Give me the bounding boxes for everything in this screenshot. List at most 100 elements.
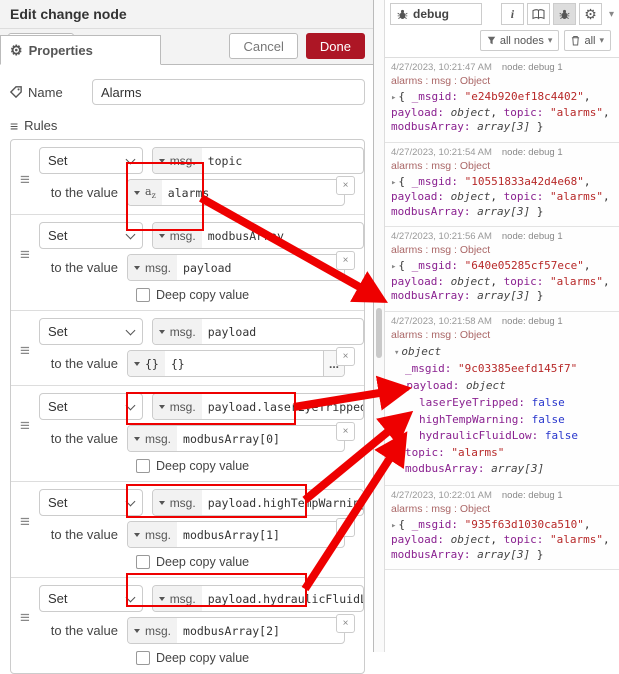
message-node: node: debug 1: [502, 490, 563, 501]
help-tab-button[interactable]: [527, 3, 550, 25]
rule6-value-input[interactable]: msg. modbusArray[2]: [127, 617, 345, 644]
message-summary[interactable]: ▸{ _msgid: "935f63d1030ca510", payload: …: [391, 518, 614, 563]
filter-nodes-button[interactable]: all nodes ▾: [480, 30, 560, 51]
rule-row-2: ≡ Set msg. modbusArray to the value msg.…: [11, 214, 364, 310]
message-node: node: debug 1: [502, 147, 563, 158]
message-summary[interactable]: ▸{ _msgid: "640e05285cf57ece", payload: …: [391, 259, 614, 304]
info-tab-button[interactable]: i: [501, 3, 524, 25]
type-select-button[interactable]: msg.: [153, 394, 202, 419]
name-label: Name: [10, 85, 92, 100]
message-summary[interactable]: ▸{ _msgid: "10551833a42d4e68", payload: …: [391, 175, 614, 220]
caret-down-icon: [134, 362, 140, 366]
rule6-action-select[interactable]: Set: [39, 585, 143, 612]
list-icon: ≡: [10, 119, 18, 133]
expand-toggle-icon[interactable]: ▸: [391, 178, 396, 188]
type-select-button[interactable]: az: [128, 180, 162, 205]
message-node: node: debug 1: [502, 231, 563, 242]
chevron-down-icon: [125, 592, 135, 602]
chevron-down-icon: [125, 400, 135, 410]
caret-down-icon: [159, 501, 165, 505]
book-icon: [532, 9, 545, 20]
expand-toggle-icon[interactable]: ▸: [391, 521, 396, 531]
to-the-value-label: to the value: [39, 431, 118, 446]
drag-handle-icon[interactable]: ≡: [20, 171, 29, 188]
type-select-button[interactable]: msg.: [153, 319, 202, 344]
name-input[interactable]: [92, 79, 365, 105]
type-select-button[interactable]: msg.: [153, 490, 202, 515]
type-select-button[interactable]: msg.: [128, 426, 177, 451]
remove-rule-button[interactable]: ×: [336, 422, 355, 441]
rule2-property-input[interactable]: msg. modbusArray: [152, 222, 364, 249]
message-timestamp: 4/27/2023, 10:21:58 AM: [391, 316, 492, 327]
rule2-action-select[interactable]: Set: [39, 222, 143, 249]
debug-tab-button[interactable]: [553, 3, 576, 25]
tab-properties[interactable]: ⚙ Properties: [0, 35, 161, 65]
expand-toggle-icon[interactable]: ▸: [391, 262, 396, 272]
remove-rule-button[interactable]: ×: [336, 176, 355, 195]
deep-copy-checkbox[interactable]: [136, 555, 150, 569]
type-select-button[interactable]: msg.: [128, 522, 177, 547]
deep-copy-checkbox[interactable]: [136, 651, 150, 665]
rule4-action-select[interactable]: Set: [39, 393, 143, 420]
scrollbar-thumb[interactable]: [376, 308, 382, 358]
expand-toggle-icon[interactable]: ▸: [391, 93, 396, 103]
dialog-scrollbar[interactable]: [374, 0, 385, 652]
drag-handle-icon[interactable]: ≡: [20, 417, 29, 434]
type-select-button[interactable]: msg.: [153, 586, 202, 611]
collapse-toggle-icon[interactable]: ▾: [399, 382, 404, 392]
rule5-property-input[interactable]: msg. payload.highTempWarning: [152, 489, 364, 516]
remove-rule-button[interactable]: ×: [336, 347, 355, 366]
done-button[interactable]: Done: [306, 33, 365, 59]
collapse-toggle-icon[interactable]: ▾: [394, 348, 399, 358]
type-select-button[interactable]: msg.: [153, 223, 202, 248]
rule4-property-input[interactable]: msg. payload.laserEyeTripped: [152, 393, 364, 420]
type-select-button[interactable]: msg.: [128, 255, 177, 280]
type-select-button[interactable]: msg.: [128, 618, 177, 643]
deep-copy-checkbox[interactable]: [136, 459, 150, 473]
caret-down-icon: [134, 191, 140, 195]
dialog-title: Edit change node: [0, 0, 373, 29]
message-summary[interactable]: ▸{ _msgid: "e24b920ef18c4402", payload: …: [391, 90, 614, 135]
rule1-property-input[interactable]: msg. topic: [152, 147, 364, 174]
debug-message: 4/27/2023, 10:22:01 AMnode: debug 1 alar…: [385, 486, 619, 571]
remove-rule-button[interactable]: ×: [336, 518, 355, 537]
caret-down-icon: [159, 159, 165, 163]
rule3-action-select[interactable]: Set: [39, 318, 143, 345]
deep-copy-label: Deep copy value: [156, 288, 249, 302]
clear-messages-button[interactable]: all ▾: [564, 30, 611, 51]
debug-header: debug i ⚙ ▾: [385, 0, 619, 27]
tab-debug[interactable]: debug: [390, 3, 482, 25]
rule-row-6: ≡ Set msg. payload.hydraulicFluidLow to …: [11, 577, 364, 673]
debug-message-list: 4/27/2023, 10:21:47 AMnode: debug 1 alar…: [385, 58, 619, 652]
chevron-down-icon: [125, 496, 135, 506]
debug-filterbar: all nodes ▾ all ▾: [385, 27, 619, 58]
rule6-property-input[interactable]: msg. payload.hydraulicFluidLow: [152, 585, 364, 612]
rule3-value-input[interactable]: {} {} ...: [127, 350, 345, 377]
rule1-action-select[interactable]: Set: [39, 147, 143, 174]
rule1-value-input[interactable]: az alarms: [127, 179, 345, 206]
settings-tab-button[interactable]: ⚙: [579, 3, 602, 25]
remove-rule-button[interactable]: ×: [336, 614, 355, 633]
cancel-button[interactable]: Cancel: [229, 33, 297, 59]
json-type-icon: {}: [145, 357, 159, 371]
drag-handle-icon[interactable]: ≡: [20, 513, 29, 530]
message-node: node: debug 1: [502, 316, 563, 327]
deep-copy-row: Deep copy value: [136, 288, 364, 302]
rule5-value-input[interactable]: msg. modbusArray[1]: [127, 521, 345, 548]
drag-handle-icon[interactable]: ≡: [20, 609, 29, 626]
deep-copy-checkbox[interactable]: [136, 288, 150, 302]
rule5-action-select[interactable]: Set: [39, 489, 143, 516]
drag-handle-icon[interactable]: ≡: [20, 342, 29, 359]
deep-copy-label: Deep copy value: [156, 555, 249, 569]
caret-down-icon: [159, 405, 165, 409]
sidebar-menu-caret-icon[interactable]: ▾: [609, 9, 614, 20]
payload-prop: laserEyeTripped: false: [391, 395, 614, 412]
type-select-button[interactable]: msg.: [153, 148, 202, 173]
drag-handle-icon[interactable]: ≡: [20, 246, 29, 263]
to-the-value-label: to the value: [39, 527, 118, 542]
rule4-value-input[interactable]: msg. modbusArray[0]: [127, 425, 345, 452]
rule2-value-input[interactable]: msg. payload: [127, 254, 345, 281]
type-select-button[interactable]: {}: [128, 351, 165, 376]
rule3-property-input[interactable]: msg. payload: [152, 318, 364, 345]
remove-rule-button[interactable]: ×: [336, 251, 355, 270]
